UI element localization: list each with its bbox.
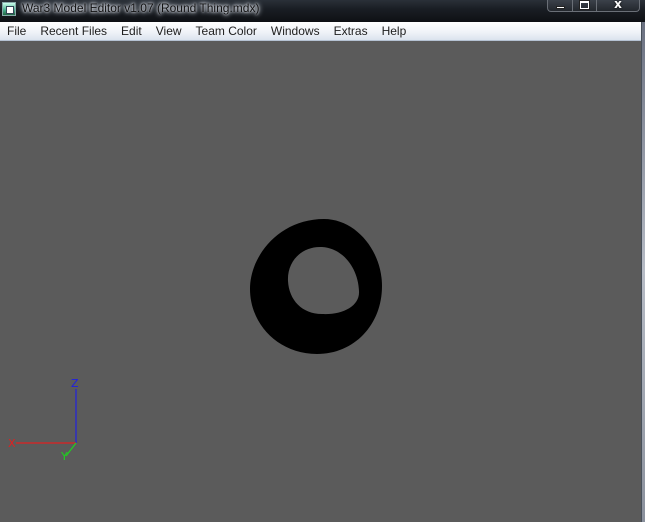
axis-gizmo: Z X Y (8, 377, 79, 463)
close-icon: x (614, 0, 622, 11)
menu-edit[interactable]: Edit (114, 22, 149, 40)
menu-windows[interactable]: Windows (264, 22, 327, 40)
model-viewport[interactable]: Z X Y (0, 41, 641, 522)
close-button[interactable]: x (597, 0, 640, 12)
z-axis-label: Z (71, 377, 79, 390)
caption-buttons: x (547, 0, 640, 12)
menu-recent-files[interactable]: Recent Files (33, 22, 114, 40)
model-mesh (250, 219, 382, 354)
maximize-icon (579, 0, 590, 10)
menu-bar: File Recent Files Edit View Team Color W… (0, 22, 641, 41)
window-title: War3 Model Editor v1.07 (Round Thing.mdx… (22, 1, 260, 15)
app-icon[interactable] (2, 2, 16, 16)
menu-view[interactable]: View (149, 22, 189, 40)
minimize-button[interactable] (547, 0, 573, 12)
menu-help[interactable]: Help (375, 22, 414, 40)
menu-file[interactable]: File (0, 22, 33, 40)
x-axis-label: X (8, 437, 16, 450)
title-bar[interactable]: War3 Model Editor v1.07 (Round Thing.mdx… (0, 0, 645, 22)
menu-team-color[interactable]: Team Color (189, 22, 264, 40)
y-axis-label: Y (60, 450, 68, 463)
minimize-icon (556, 6, 565, 9)
menu-extras[interactable]: Extras (327, 22, 375, 40)
main-window: File Recent Files Edit View Team Color W… (0, 22, 643, 522)
viewport-canvas[interactable]: Z X Y (0, 41, 641, 522)
maximize-button[interactable] (573, 0, 597, 12)
